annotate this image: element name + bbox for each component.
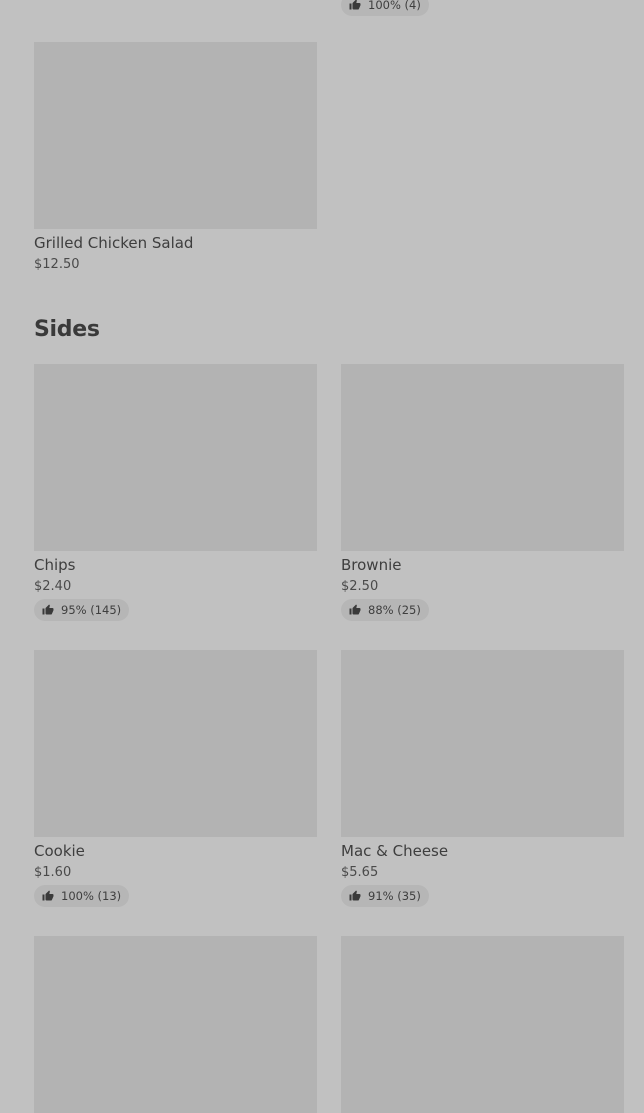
menu-item-name: Grilled Chicken Salad xyxy=(34,234,194,252)
rating-label: 95% (145) xyxy=(61,603,122,617)
menu-item-price: $5.65 xyxy=(341,865,379,880)
thumbs-up-icon xyxy=(349,604,361,615)
menu-item-card[interactable] xyxy=(341,936,624,1113)
menu-item-image[interactable] xyxy=(341,650,624,837)
menu-item-card[interactable]: Chips $2.40 95% (145) xyxy=(34,364,317,621)
rating-label: 88% (25) xyxy=(368,603,421,617)
menu-item-name: Brownie xyxy=(341,556,402,574)
menu-item-price: $2.40 xyxy=(34,579,72,594)
rating-label: 91% (35) xyxy=(368,889,421,903)
menu-item-image[interactable] xyxy=(34,42,317,229)
rating-badge: 100% (4) xyxy=(341,0,429,16)
thumbs-up-icon xyxy=(42,604,54,615)
menu-item-image[interactable] xyxy=(341,936,624,1113)
menu-item-card[interactable]: Grilled Chicken Salad $12.50 xyxy=(34,42,317,272)
menu-item-name: Mac & Cheese xyxy=(341,842,449,860)
menu-item-price: $12.50 xyxy=(34,257,80,272)
menu-item-image[interactable] xyxy=(341,364,624,551)
menu-item-card[interactable]: Cookie $1.60 100% (13) xyxy=(34,650,317,907)
menu-item-name: Cookie xyxy=(34,842,85,860)
rating-badge: 88% (25) xyxy=(341,599,429,621)
thumbs-up-icon xyxy=(349,890,361,901)
menu-item-card[interactable]: Mac & Cheese $5.65 91% (35) xyxy=(341,650,624,907)
thumbs-up-icon xyxy=(42,890,54,901)
menu-item-price: $1.60 xyxy=(34,865,72,880)
menu-item-image[interactable] xyxy=(34,936,317,1113)
menu-item-image[interactable] xyxy=(34,650,317,837)
rating-badge: 95% (145) xyxy=(34,599,130,621)
rating-badge: 91% (35) xyxy=(341,885,429,907)
menu-page: 100% (4) Grilled Chicken Salad $12.50 Si… xyxy=(0,0,644,1113)
section-title-sides: Sides xyxy=(34,317,100,342)
menu-item-card[interactable] xyxy=(34,936,317,1113)
menu-item-card[interactable]: Brownie $2.50 88% (25) xyxy=(341,364,624,621)
thumbs-up-icon xyxy=(349,0,361,10)
menu-item-price: $2.50 xyxy=(341,579,379,594)
menu-item-name: Chips xyxy=(34,556,76,574)
rating-badge: 100% (13) xyxy=(34,885,130,907)
rating-label: 100% (4) xyxy=(368,0,421,12)
menu-item-image[interactable] xyxy=(34,364,317,551)
rating-label: 100% (13) xyxy=(61,889,122,903)
